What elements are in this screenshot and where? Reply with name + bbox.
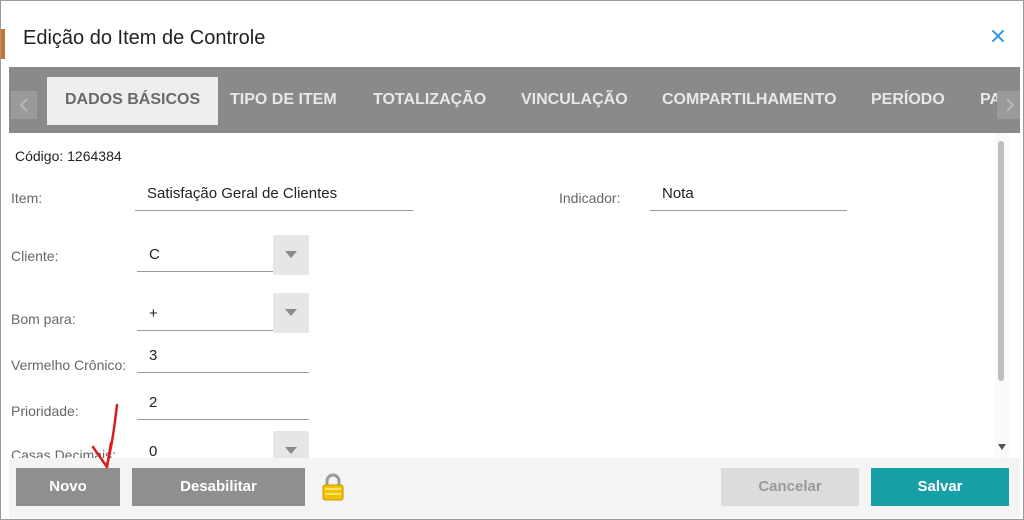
client-label: Cliente:	[11, 248, 59, 264]
indicator-input[interactable]: Nota	[650, 179, 847, 211]
priority-label: Prioridade:	[11, 403, 79, 419]
good-for-value: +	[149, 305, 158, 322]
tab-scroll-left-button[interactable]	[11, 91, 37, 119]
item-label: Item:	[11, 190, 43, 206]
priority-value: 2	[149, 394, 158, 411]
decimals-label: Casas Decimais:	[11, 447, 117, 458]
cancel-button[interactable]: Cancelar	[721, 468, 859, 506]
decimals-value: 0	[149, 443, 158, 458]
item-code: Código: 1264384	[15, 148, 122, 164]
chronic-red-label: Vermelho Crônico:	[11, 357, 127, 373]
chevron-right-icon	[1006, 98, 1015, 112]
priority-input[interactable]: 2	[137, 388, 309, 420]
good-for-dropdown-button[interactable]	[273, 293, 309, 333]
indicator-value: Nota	[662, 185, 694, 202]
item-value: Satisfação Geral de Clientes	[147, 185, 338, 202]
item-input[interactable]: Satisfação Geral de Clientes	[135, 179, 413, 211]
dialog-title: Edição do Item de Controle	[23, 27, 266, 49]
chronic-red-input[interactable]: 3	[137, 341, 309, 373]
decimals-select[interactable]: 0	[137, 437, 273, 458]
scrollbar-thumb[interactable]	[998, 141, 1004, 381]
client-select[interactable]: C	[137, 240, 273, 272]
lock-icon[interactable]	[320, 473, 346, 501]
good-for-select[interactable]: +	[137, 299, 273, 331]
decimals-dropdown-button[interactable]	[273, 431, 309, 458]
dialog-header: Edição do Item de Controle	[1, 1, 1023, 67]
chronic-red-value: 3	[149, 347, 158, 364]
scroll-down-icon[interactable]	[997, 443, 1007, 451]
client-dropdown-button[interactable]	[273, 235, 309, 275]
vertical-scrollbar[interactable]	[995, 133, 1009, 458]
client-value: C	[149, 246, 160, 263]
good-for-label: Bom para:	[11, 311, 76, 327]
save-button[interactable]: Salvar	[871, 468, 1009, 506]
tab-scroll-right-button[interactable]	[997, 91, 1020, 119]
tab-vinculacao[interactable]: VINCULAÇÃO	[521, 77, 628, 123]
chevron-left-icon	[19, 98, 28, 112]
dialog-window: Edição do Item de Controle DADOS BÁSICOS…	[0, 0, 1024, 520]
caret-down-icon	[285, 447, 297, 454]
form-content: Código: 1264384 Item: Satisfação Geral d…	[9, 133, 1020, 458]
disable-button[interactable]: Desabilitar	[132, 468, 305, 506]
close-icon[interactable]	[989, 27, 1007, 45]
tab-bar: DADOS BÁSICOS TIPO DE ITEM TOTALIZAÇÃO V…	[9, 67, 1020, 133]
tab-tipo-de-item[interactable]: TIPO DE ITEM	[230, 77, 337, 123]
tab-totalizacao[interactable]: TOTALIZAÇÃO	[373, 77, 486, 123]
tab-compartilhamento[interactable]: COMPARTILHAMENTO	[662, 77, 837, 123]
new-button[interactable]: Novo	[16, 468, 120, 506]
dialog-footer: Novo Desabilitar Cancelar Salvar	[9, 458, 1020, 518]
caret-down-icon	[285, 309, 297, 316]
tab-periodo[interactable]: PERÍODO	[871, 77, 945, 123]
indicator-label: Indicador:	[559, 190, 621, 206]
tab-dados-basicos[interactable]: DADOS BÁSICOS	[47, 77, 219, 125]
caret-down-icon	[285, 251, 297, 258]
